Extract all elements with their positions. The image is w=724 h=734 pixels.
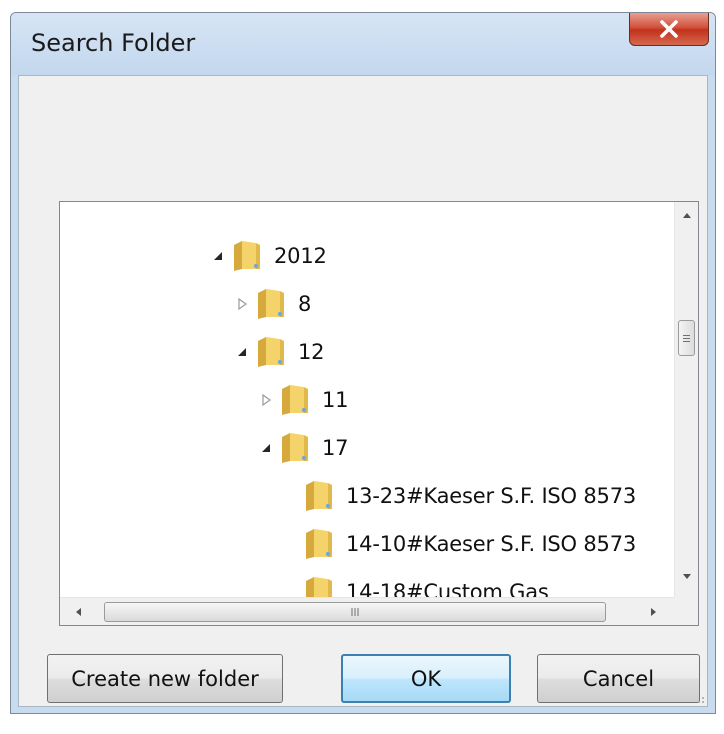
tree-node-label: 17	[322, 436, 349, 460]
create-new-folder-button[interactable]: Create new folder	[47, 654, 283, 703]
tree-node-label: 14-10#Kaeser S.F. ISO 8573	[346, 532, 637, 556]
folder-icon	[302, 527, 334, 561]
folder-icon	[278, 431, 310, 465]
scrollbar-corner	[674, 597, 698, 625]
vertical-scrollbar[interactable]	[674, 202, 698, 598]
folder-tree-view: 2012 8 12 11 17 13-23#Kaeser S.F. ISO 85…	[59, 201, 699, 626]
tree-node-label: 12	[298, 340, 325, 364]
tree-node-12[interactable]: 12	[232, 334, 325, 370]
search-folder-dialog: Search Folder 2012 8 12 11 17 13-23#Kaes…	[10, 12, 716, 714]
expanded-triangle-icon[interactable]	[208, 246, 228, 266]
dialog-body: 2012 8 12 11 17 13-23#Kaeser S.F. ISO 85…	[18, 75, 708, 707]
folder-icon	[254, 335, 286, 369]
grip-lines-icon	[683, 334, 690, 342]
tree-node-8[interactable]: 8	[232, 286, 311, 322]
scroll-up-button[interactable]	[675, 202, 698, 228]
tree-node-label: 11	[322, 388, 349, 412]
close-button[interactable]	[629, 13, 709, 46]
vertical-scroll-thumb[interactable]	[678, 320, 695, 356]
tree-node-label: 8	[298, 292, 312, 316]
tree-node-14-18[interactable]: 14-18#Custom Gas	[302, 574, 549, 598]
close-icon	[660, 19, 678, 38]
tree-node-17[interactable]: 17	[256, 430, 349, 466]
tree-node-label: 13-23#Kaeser S.F. ISO 8573	[346, 484, 637, 508]
collapsed-triangle-icon[interactable]	[256, 390, 276, 410]
folder-icon	[254, 287, 286, 321]
title-bar[interactable]: Search Folder	[11, 13, 715, 75]
folder-icon	[302, 479, 334, 513]
folder-icon	[302, 575, 334, 598]
resize-grip-icon[interactable]	[693, 692, 705, 704]
scroll-down-arrow-icon	[683, 574, 691, 579]
folder-icon	[230, 239, 262, 273]
tree-node-label: 14-18#Custom Gas	[346, 580, 549, 598]
tree-content: 2012 8 12 11 17 13-23#Kaeser S.F. ISO 85…	[60, 202, 675, 598]
grip-lines-icon	[351, 608, 359, 616]
tree-node-2012[interactable]: 2012	[208, 238, 327, 274]
collapsed-triangle-icon[interactable]	[232, 294, 252, 314]
tree-node-14-10[interactable]: 14-10#Kaeser S.F. ISO 8573	[302, 526, 636, 562]
expanded-triangle-icon[interactable]	[232, 342, 252, 362]
tree-node-label: 2012	[274, 244, 327, 268]
window-title: Search Folder	[31, 29, 196, 57]
scroll-right-arrow-icon	[651, 608, 656, 616]
horizontal-scroll-thumb[interactable]	[104, 602, 606, 622]
folder-icon	[278, 383, 310, 417]
tree-node-11[interactable]: 11	[256, 382, 349, 418]
horizontal-scrollbar[interactable]	[60, 597, 675, 625]
scroll-left-button[interactable]	[66, 600, 90, 624]
scroll-left-arrow-icon	[76, 608, 81, 616]
ok-button[interactable]: OK	[341, 654, 511, 703]
scroll-up-arrow-icon	[683, 213, 691, 218]
cancel-button[interactable]: Cancel	[537, 654, 700, 703]
expanded-triangle-icon[interactable]	[256, 438, 276, 458]
scroll-right-button[interactable]	[642, 600, 666, 624]
scroll-down-button[interactable]	[675, 564, 698, 590]
tree-node-13-23[interactable]: 13-23#Kaeser S.F. ISO 8573	[302, 478, 636, 514]
